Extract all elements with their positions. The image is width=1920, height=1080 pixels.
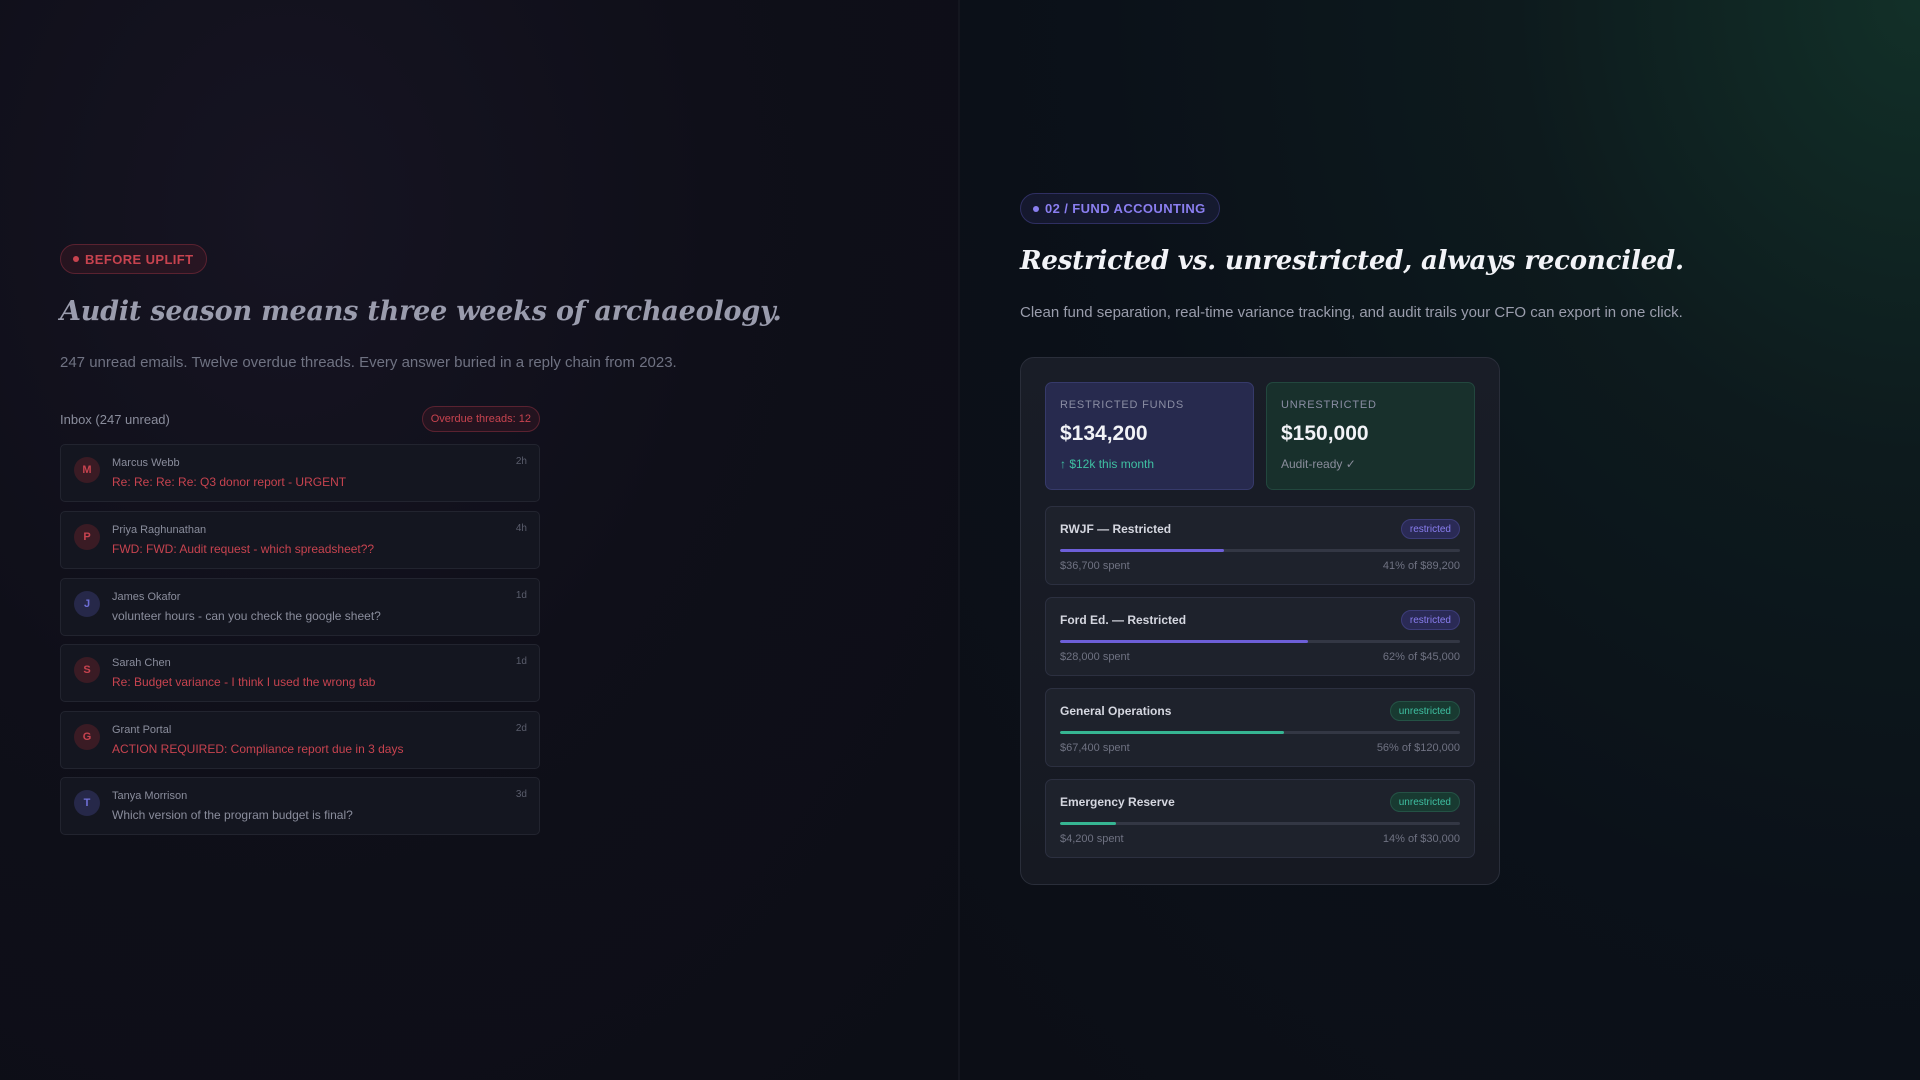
avatar: J (74, 591, 100, 617)
after-subtitle: Clean fund separation, real-time varianc… (1020, 304, 1683, 321)
email-subject: FWD: FWD: Audit request - which spreadsh… (112, 542, 375, 556)
fund-row[interactable]: RWJF — Restricted restricted $36,700 spent… (1045, 506, 1475, 585)
restricted-funds-value: $134,200 (1060, 422, 1148, 445)
fund-progress-fill (1060, 822, 1116, 825)
fund-name: Ford Ed. — Restricted (1060, 613, 1187, 627)
unrestricted-funds-card: UNRESTRICTED $150,000 Audit-ready ✓ (1266, 382, 1475, 490)
avatar: P (74, 524, 100, 550)
fund-row[interactable]: Ford Ed. — Restricted restricted $28,000 s… (1045, 597, 1475, 676)
email-time: 1d (515, 590, 527, 601)
email-sender: Tanya Morrison (112, 790, 188, 802)
fund-percent-of-total: 14% of $30,000 (1382, 833, 1460, 845)
email-time: 1d (515, 656, 527, 667)
fund-progress-fill (1060, 549, 1224, 552)
inbox-header: Inbox (247 unread) Overdue threads: 12 (60, 406, 540, 432)
email-row[interactable]: M Marcus Webb Re: Re: Re: Re: Q3 donor rep… (60, 444, 540, 502)
avatar: M (74, 457, 100, 483)
fund-type-badge: unrestricted (1389, 792, 1460, 812)
email-subject: volunteer hours - can you check the goog… (112, 609, 381, 623)
fund-percent-of-total: 41% of $89,200 (1382, 560, 1460, 572)
restricted-funds-label: RESTRICTED FUNDS (1060, 399, 1185, 411)
fund-row[interactable]: Emergency Reserve unrestricted $4,200 spen… (1045, 779, 1475, 858)
fund-spent: $36,700 spent (1060, 560, 1130, 572)
avatar: G (74, 724, 100, 750)
fund-progress-track (1060, 822, 1460, 825)
fund-progress-track (1060, 731, 1460, 734)
email-subject: ACTION REQUIRED: Compliance report due i… (112, 742, 404, 756)
email-time: 2h (515, 456, 527, 467)
inbox-title: Inbox (247 unread) (60, 411, 170, 427)
email-time: 3d (515, 789, 527, 800)
unrestricted-funds-label: UNRESTRICTED (1281, 399, 1377, 411)
before-badge-label: BEFORE UPLIFT (85, 251, 194, 267)
email-sender: James Okafor (112, 591, 181, 603)
fund-type-badge: unrestricted (1389, 701, 1460, 721)
fund-progress-track (1060, 549, 1460, 552)
restricted-funds-card: RESTRICTED FUNDS $134,200 ↑ $12k this mo… (1045, 382, 1254, 490)
before-title: Audit season means three weeks of archae… (60, 296, 782, 327)
unrestricted-funds-value: $150,000 (1281, 422, 1369, 445)
fund-dashboard-panel: RESTRICTED FUNDS $134,200 ↑ $12k this mo… (1020, 357, 1500, 885)
email-sender: Priya Raghunathan (112, 524, 207, 536)
fund-spent: $28,000 spent (1060, 651, 1130, 663)
email-sender: Sarah Chen (112, 657, 171, 669)
email-sender: Marcus Webb (112, 457, 180, 469)
fund-progress-fill (1060, 640, 1308, 643)
fund-spent: $67,400 spent (1060, 742, 1130, 754)
email-time: 2d (515, 723, 527, 734)
fund-spent: $4,200 spent (1060, 833, 1124, 845)
email-row[interactable]: S Sarah Chen Re: Budget variance - I think… (60, 644, 540, 702)
fund-name: General Operations (1060, 704, 1172, 718)
email-subject: Re: Budget variance - I think I used the… (112, 675, 376, 689)
email-subject: Which version of the program budget is f… (112, 808, 353, 822)
fund-progress-fill (1060, 731, 1284, 734)
restricted-funds-note: ↑ $12k this month (1060, 457, 1155, 471)
unrestricted-funds-note: Audit-ready ✓ (1281, 457, 1356, 471)
email-row[interactable]: T Tanya Morrison Which version of the prog… (60, 777, 540, 835)
badge-dot-icon (73, 256, 79, 262)
fund-name: Emergency Reserve (1060, 795, 1175, 809)
fund-type-badge: restricted (1400, 610, 1460, 630)
email-sender: Grant Portal (112, 724, 172, 736)
fund-percent-of-total: 62% of $45,000 (1382, 651, 1460, 663)
before-subtitle: 247 unread emails. Twelve overdue thread… (60, 354, 677, 371)
overdue-threads-badge: Overdue threads: 12 (421, 406, 540, 432)
fund-accounting-badge: 02 / FUND ACCOUNTING (1020, 193, 1220, 224)
fund-row[interactable]: General Operations unrestricted $67,400 sp… (1045, 688, 1475, 767)
fund-badge-label: 02 / FUND ACCOUNTING (1045, 201, 1206, 216)
badge-dot-icon (1033, 205, 1039, 212)
fund-name: RWJF — Restricted (1060, 522, 1172, 536)
fund-type-badge: restricted (1400, 519, 1460, 539)
after-title: Restricted vs. unrestricted, always reco… (1020, 246, 1684, 276)
avatar: T (74, 790, 100, 816)
before-uplift-badge: BEFORE UPLIFT (60, 244, 208, 274)
email-row[interactable]: G Grant Portal ACTION REQUIRED: Compliance… (60, 711, 540, 769)
email-row[interactable]: P Priya Raghunathan FWD: FWD: Audit reques… (60, 511, 540, 569)
email-subject: Re: Re: Re: Re: Q3 donor report - URGENT (112, 475, 347, 489)
email-time: 4h (515, 523, 527, 534)
fund-progress-track (1060, 640, 1460, 643)
email-row[interactable]: J James Okafor volunteer hours - can you c… (60, 578, 540, 636)
avatar: S (74, 657, 100, 683)
fund-percent-of-total: 56% of $120,000 (1376, 742, 1460, 754)
